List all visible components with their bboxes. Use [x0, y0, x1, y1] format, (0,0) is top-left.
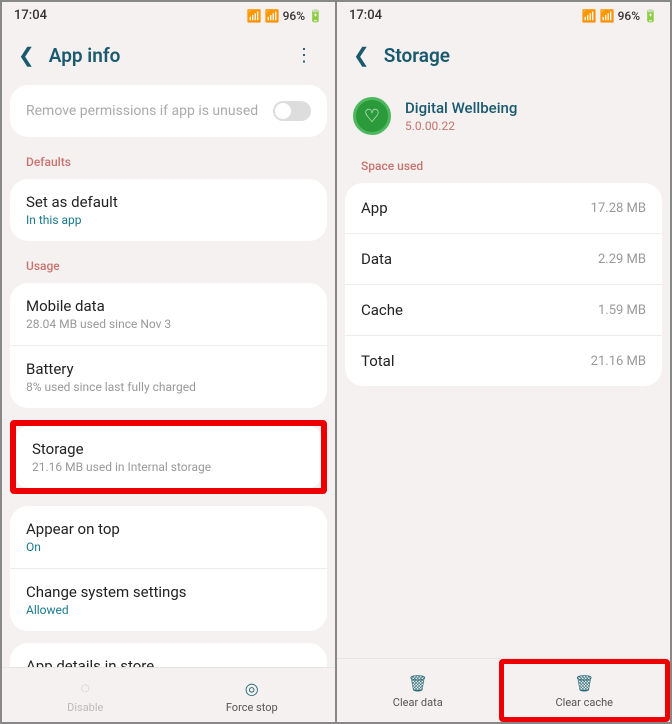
disable-button: ◌ Disable — [2, 668, 169, 722]
trash-icon: 🗑 — [408, 674, 428, 693]
app-version: 5.0.00.22 — [405, 119, 517, 133]
content[interactable]: Space used App 17.28 MB Data 2.29 MB Cac… — [337, 153, 670, 658]
total-size-row: Total 21.16 MB — [345, 336, 662, 386]
defaults-section: Defaults — [10, 149, 327, 179]
screen-app-info: 17:04 📶 📶 96% 🔋 ❮ App info ⋮ Remove perm… — [2, 2, 335, 722]
page-title: Storage — [384, 44, 654, 67]
status-bar: 17:04 📶 📶 96% 🔋 — [337, 2, 670, 29]
space-used-section: Space used — [345, 153, 662, 183]
back-icon[interactable]: ❮ — [18, 43, 35, 67]
mobile-data-sub: 28.04 MB used since Nov 3 — [26, 317, 311, 331]
clear-data-button[interactable]: 🗑 Clear data — [337, 659, 499, 722]
disable-icon: ◌ — [80, 678, 90, 698]
storage-title: Storage — [32, 440, 305, 458]
status-bar: 17:04 📶 📶 96% 🔋 — [2, 2, 335, 29]
remove-permissions-label: Remove permissions if app is unused — [26, 103, 258, 119]
app-details-title: App details in store — [26, 657, 311, 667]
content[interactable]: Remove permissions if app is unused Defa… — [2, 85, 335, 667]
page-title: App info — [49, 44, 275, 67]
status-time: 17:04 — [349, 8, 382, 23]
app-size-label: App — [361, 199, 388, 217]
trash-icon: 🗑 — [574, 674, 594, 693]
data-size-label: Data — [361, 250, 392, 268]
clear-cache-label: Clear cache — [556, 696, 614, 709]
more-icon[interactable]: ⋮ — [289, 45, 319, 66]
force-stop-button[interactable]: ◎ Force stop — [169, 668, 336, 722]
appear-top-title: Appear on top — [26, 520, 311, 538]
app-icon: ♡ — [353, 97, 391, 135]
wifi-icon: 📶 — [582, 9, 597, 23]
clear-data-label: Clear data — [393, 696, 443, 709]
wifi-icon: 📶 — [247, 9, 262, 23]
app-size-row: App 17.28 MB — [345, 183, 662, 234]
toggle-off-icon[interactable] — [273, 101, 311, 121]
battery-text: 96% — [283, 9, 305, 23]
battery-title: Battery — [26, 360, 311, 378]
disable-label: Disable — [67, 701, 103, 714]
appear-top-sub: On — [26, 540, 311, 554]
total-size-label: Total — [361, 352, 395, 370]
change-sys-sub: Allowed — [26, 603, 311, 617]
data-size-row: Data 2.29 MB — [345, 234, 662, 285]
storage-sub: 21.16 MB used in Internal storage — [32, 460, 305, 474]
clear-cache-button[interactable]: 🗑 Clear cache — [499, 659, 671, 722]
cache-size-row: Cache 1.59 MB — [345, 285, 662, 336]
signal-icon: 📶 — [600, 9, 615, 23]
header: ❮ Storage — [337, 29, 670, 85]
battery-icon: 🔋 — [308, 9, 323, 23]
set-as-default-row[interactable]: Set as default In this app — [10, 179, 327, 241]
usage-section: Usage — [10, 253, 327, 283]
storage-row[interactable]: Storage 21.16 MB used in Internal storag… — [16, 426, 321, 488]
status-right: 📶 📶 96% 🔋 — [582, 9, 658, 23]
change-system-settings-row[interactable]: Change system settings Allowed — [10, 569, 327, 631]
storage-highlight: Storage 21.16 MB used in Internal storag… — [10, 420, 327, 494]
header: ❮ App info ⋮ — [2, 29, 335, 85]
app-header: ♡ Digital Wellbeing 5.0.00.22 — [337, 85, 670, 153]
app-details-row[interactable]: App details in store App downloaded from… — [10, 643, 327, 667]
remove-permissions-row[interactable]: Remove permissions if app is unused — [10, 85, 327, 137]
app-name: Digital Wellbeing — [405, 99, 517, 117]
cache-size-label: Cache — [361, 301, 403, 319]
app-size-value: 17.28 MB — [591, 201, 646, 216]
mobile-data-title: Mobile data — [26, 297, 311, 315]
set-default-title: Set as default — [26, 193, 311, 211]
appear-on-top-row[interactable]: Appear on top On — [10, 506, 327, 569]
set-default-sub: In this app — [26, 213, 311, 227]
cache-size-value: 1.59 MB — [598, 303, 646, 318]
bottom-bar: 🗑 Clear data 🗑 Clear cache — [337, 658, 670, 722]
status-time: 17:04 — [14, 8, 47, 23]
back-icon[interactable]: ❮ — [353, 43, 370, 67]
bottom-bar: ◌ Disable ◎ Force stop — [2, 667, 335, 722]
battery-sub: 8% used since last fully charged — [26, 380, 311, 394]
stop-icon: ◎ — [245, 679, 259, 698]
battery-icon: 🔋 — [643, 9, 658, 23]
battery-row[interactable]: Battery 8% used since last fully charged — [10, 346, 327, 408]
data-size-value: 2.29 MB — [598, 252, 646, 267]
force-stop-label: Force stop — [226, 701, 278, 714]
total-size-value: 21.16 MB — [591, 354, 646, 369]
status-right: 📶 📶 96% 🔋 — [247, 9, 323, 23]
mobile-data-row[interactable]: Mobile data 28.04 MB used since Nov 3 — [10, 283, 327, 346]
change-sys-title: Change system settings — [26, 583, 311, 601]
battery-text: 96% — [618, 9, 640, 23]
signal-icon: 📶 — [265, 9, 280, 23]
screen-storage: 17:04 📶 📶 96% 🔋 ❮ Storage ♡ Digital Well… — [337, 2, 670, 722]
